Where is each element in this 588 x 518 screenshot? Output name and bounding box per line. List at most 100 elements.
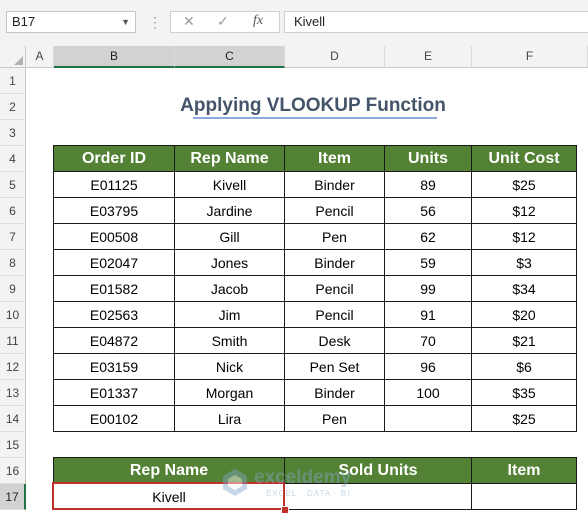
name-box[interactable]: B17 ▼ — [6, 11, 136, 33]
column-header-c[interactable]: C — [175, 46, 285, 68]
drag-handle-icon[interactable]: ⋮ — [148, 14, 162, 30]
cell-units[interactable]: 62 — [384, 223, 472, 250]
lookup-item-cell[interactable] — [471, 483, 577, 510]
column-header-f[interactable]: F — [472, 46, 588, 68]
cell-unit-cost[interactable]: $6 — [471, 353, 577, 380]
cell-rep-name[interactable]: Smith — [174, 327, 285, 354]
cell-rep-name[interactable]: Nick — [174, 353, 285, 380]
cell-units[interactable] — [384, 405, 472, 432]
header-units[interactable]: Units — [384, 145, 472, 172]
header-order-id[interactable]: Order ID — [53, 145, 175, 172]
cell-order-id[interactable]: E04872 — [53, 327, 175, 354]
row-header-17[interactable]: 17 — [0, 484, 26, 510]
header-rep-name[interactable]: Rep Name — [174, 145, 285, 172]
row-header-13[interactable]: 13 — [0, 380, 26, 406]
cell-unit-cost[interactable]: $12 — [471, 223, 577, 250]
cancel-icon[interactable]: ✕ — [183, 13, 195, 30]
row-header-5[interactable]: 5 — [0, 172, 26, 198]
header-lookup-item[interactable]: Item — [471, 457, 577, 484]
cell-rep-name[interactable]: Jim — [174, 301, 285, 328]
enter-icon[interactable]: ✓ — [217, 13, 229, 30]
column-header-b[interactable]: B — [54, 46, 175, 68]
cell-units[interactable]: 96 — [384, 353, 472, 380]
cell-order-id[interactable]: E00508 — [53, 223, 175, 250]
row-header-14[interactable]: 14 — [0, 406, 26, 432]
cell-units[interactable]: 100 — [384, 379, 472, 406]
row-header-6[interactable]: 6 — [0, 198, 26, 224]
table-header-row: Order ID Rep Name Item Units Unit Cost — [53, 145, 577, 172]
cell-unit-cost[interactable]: $20 — [471, 301, 577, 328]
cell-rep-name[interactable]: Jacob — [174, 275, 285, 302]
cell-item[interactable]: Binder — [284, 249, 385, 276]
fill-handle[interactable] — [281, 506, 289, 514]
cell-order-id[interactable]: E02563 — [53, 301, 175, 328]
cell-rep-name[interactable]: Lira — [174, 405, 285, 432]
cell-unit-cost[interactable]: $25 — [471, 405, 577, 432]
row-header-10[interactable]: 10 — [0, 302, 26, 328]
row-header-4[interactable]: 4 — [0, 146, 26, 172]
cell-order-id[interactable]: E03159 — [53, 353, 175, 380]
row-header-7[interactable]: 7 — [0, 224, 26, 250]
insert-function-icon[interactable]: fx — [253, 13, 263, 29]
sheet-title[interactable]: Applying VLOOKUP Function — [54, 94, 572, 118]
cell-units[interactable]: 56 — [384, 197, 472, 224]
cell-units[interactable]: 59 — [384, 249, 472, 276]
cell-item[interactable]: Pencil — [284, 197, 385, 224]
cell-unit-cost[interactable]: $3 — [471, 249, 577, 276]
cell-item[interactable]: Pen Set — [284, 353, 385, 380]
select-all-corner[interactable] — [0, 46, 26, 68]
row-header-12[interactable]: 12 — [0, 354, 26, 380]
cell-units[interactable]: 99 — [384, 275, 472, 302]
row-header-15[interactable]: 15 — [0, 432, 26, 458]
cell-unit-cost[interactable]: $12 — [471, 197, 577, 224]
cell-rep-name[interactable]: Jones — [174, 249, 285, 276]
cell-item[interactable]: Binder — [284, 171, 385, 198]
header-item[interactable]: Item — [284, 145, 385, 172]
row-header-2[interactable]: 2 — [0, 94, 26, 120]
table-row: E03159 Nick Pen Set 96 $6 — [53, 353, 577, 380]
row-header-16[interactable]: 16 — [0, 458, 26, 484]
cell-rep-name[interactable]: Gill — [174, 223, 285, 250]
cell-rep-name[interactable]: Kivell — [174, 171, 285, 198]
cell-unit-cost[interactable]: $34 — [471, 275, 577, 302]
cell-rep-name[interactable]: Jardine — [174, 197, 285, 224]
cell-item[interactable]: Pen — [284, 223, 385, 250]
row-header-11[interactable]: 11 — [0, 328, 26, 354]
cell-unit-cost[interactable]: $21 — [471, 327, 577, 354]
cell-order-id[interactable]: E01337 — [53, 379, 175, 406]
cell-item[interactable]: Pencil — [284, 301, 385, 328]
header-sold-units[interactable]: Sold Units — [284, 457, 472, 484]
formula-input[interactable]: Kivell — [284, 11, 588, 33]
cell-order-id[interactable]: E02047 — [53, 249, 175, 276]
cell-unit-cost[interactable]: $35 — [471, 379, 577, 406]
lookup-row: Kivell — [53, 483, 577, 510]
cell-order-id[interactable]: E01125 — [53, 171, 175, 198]
cell-order-id[interactable]: E00102 — [53, 405, 175, 432]
lookup-rep-name-cell[interactable]: Kivell — [53, 483, 285, 510]
cell-item[interactable]: Pencil — [284, 275, 385, 302]
sold-units-cell[interactable] — [284, 483, 472, 510]
column-header-a[interactable]: A — [26, 46, 54, 68]
cell-unit-cost[interactable]: $25 — [471, 171, 577, 198]
row-header-1[interactable]: 1 — [0, 68, 26, 94]
header-lookup-rep-name[interactable]: Rep Name — [53, 457, 285, 484]
cell-units[interactable]: 91 — [384, 301, 472, 328]
title-underline — [193, 117, 437, 119]
cell-units[interactable]: 89 — [384, 171, 472, 198]
cell-item[interactable]: Binder — [284, 379, 385, 406]
cell-item[interactable]: Desk — [284, 327, 385, 354]
row-header-9[interactable]: 9 — [0, 276, 26, 302]
cell-units[interactable]: 70 — [384, 327, 472, 354]
row-header-3[interactable]: 3 — [0, 120, 26, 146]
column-header-e[interactable]: E — [385, 46, 472, 68]
cell-rep-name[interactable]: Morgan — [174, 379, 285, 406]
table-row: E02563 Jim Pencil 91 $20 — [53, 301, 577, 328]
chevron-down-icon[interactable]: ▼ — [121, 12, 130, 32]
cell-order-id[interactable]: E01582 — [53, 275, 175, 302]
cell-item[interactable]: Pen — [284, 405, 385, 432]
column-header-d[interactable]: D — [285, 46, 385, 68]
cell-order-id[interactable]: E03795 — [53, 197, 175, 224]
table-row: E03795 Jardine Pencil 56 $12 — [53, 197, 577, 224]
row-header-8[interactable]: 8 — [0, 250, 26, 276]
header-unit-cost[interactable]: Unit Cost — [471, 145, 577, 172]
